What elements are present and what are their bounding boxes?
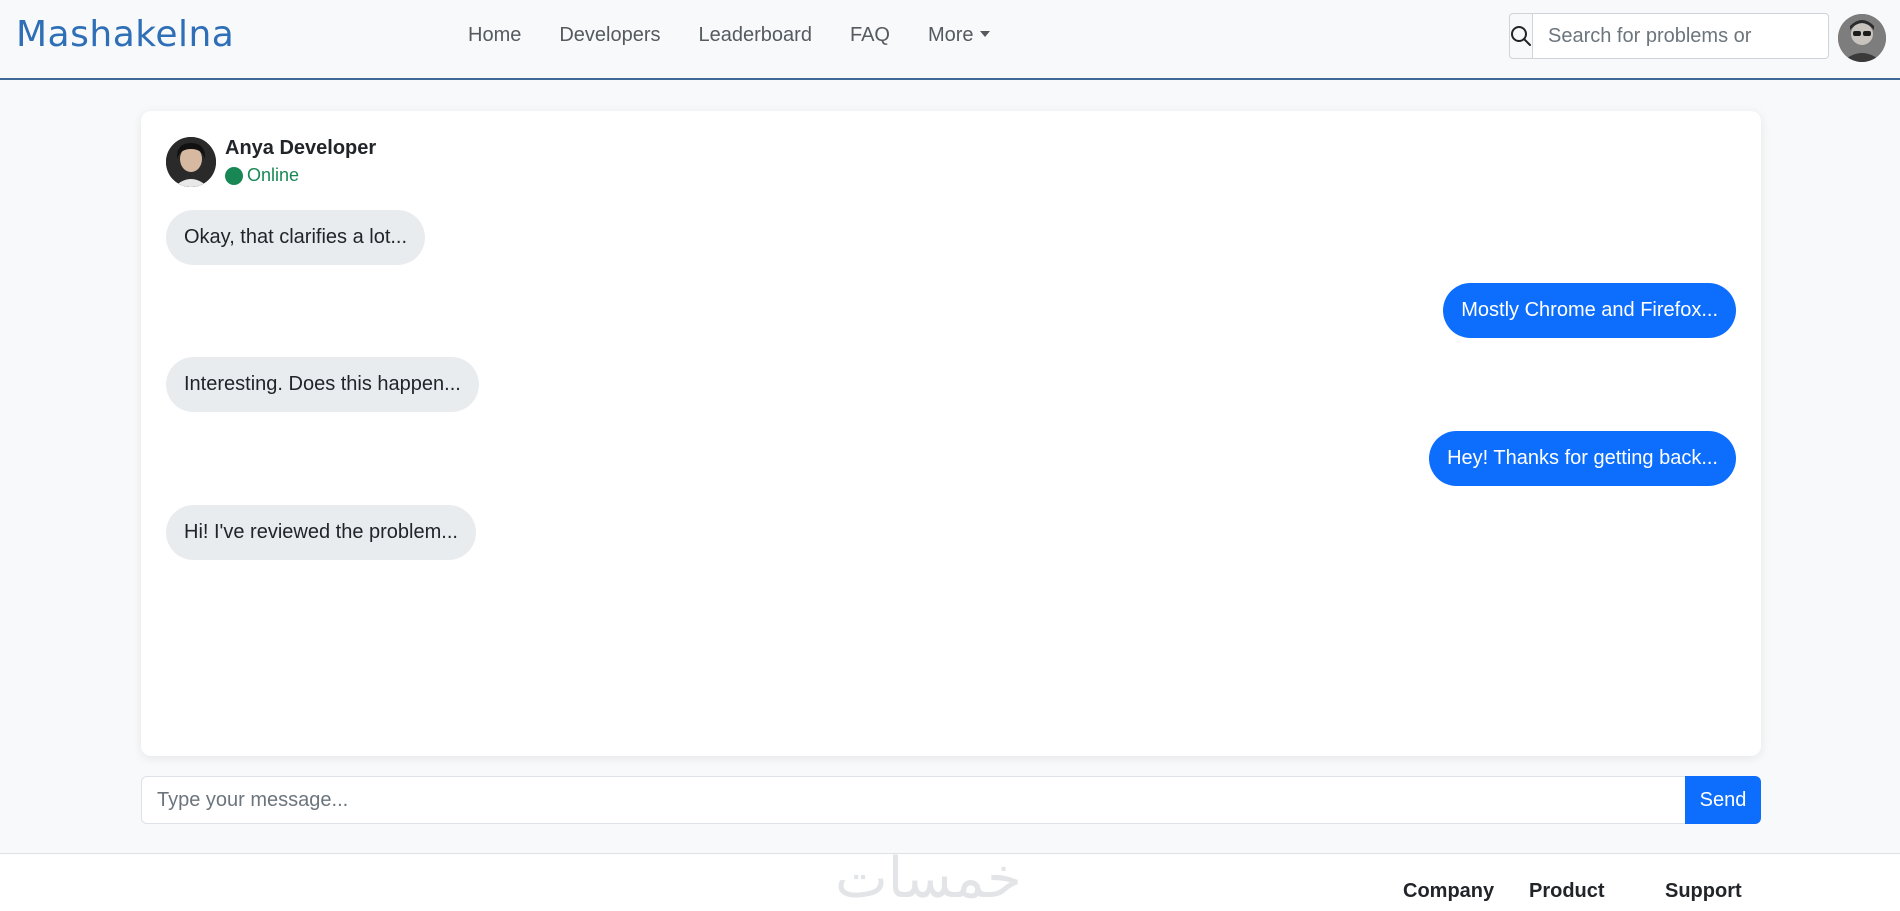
navbar: Mashakelna Home Developers Leaderboard F…: [0, 0, 1900, 80]
nav-dropdown-more[interactable]: More: [928, 24, 990, 47]
user-avatar[interactable]: [1838, 14, 1886, 62]
contact-info: Anya Developer Online: [225, 137, 376, 187]
send-button[interactable]: Send: [1685, 776, 1761, 824]
search-group: [1509, 13, 1829, 59]
message-composer: Send: [141, 776, 1761, 824]
chat-header: Anya Developer Online: [166, 137, 376, 187]
search-icon: [1511, 26, 1531, 46]
chat-window: Anya Developer Online Okay, that clarifi…: [141, 111, 1761, 756]
footer: خمسات Company Product Support: [0, 846, 1900, 911]
nav-link-developers[interactable]: Developers: [559, 24, 660, 47]
online-dot-icon: [225, 166, 243, 185]
contact-avatar-image: [166, 137, 216, 187]
nav-link-more-label: More: [927, 24, 974, 46]
status-label: Online: [247, 165, 300, 185]
nav-link-faq[interactable]: FAQ: [850, 24, 890, 47]
search-button[interactable]: [1509, 13, 1532, 59]
message-bubble-received: Okay, that clarifies a lot...: [166, 210, 426, 265]
brand-logo[interactable]: Mashakelna: [16, 14, 234, 55]
contact-name: Anya Developer: [225, 137, 377, 159]
caret-down-icon: [979, 31, 990, 37]
user-avatar-image: [1838, 14, 1886, 62]
message-bubble-received: Hi! I've reviewed the problem...: [166, 505, 476, 560]
nav-link-home[interactable]: Home: [468, 24, 521, 47]
contact-status: Online: [225, 165, 376, 186]
message-bubble-sent: Hey! Thanks for getting back...: [1429, 431, 1736, 486]
search-input[interactable]: [1532, 13, 1829, 59]
message-bubble-sent: Mostly Chrome and Firefox...: [1443, 283, 1736, 338]
message-bubble-received: Interesting. Does this happen...: [166, 357, 479, 412]
footer-heading-product: Product: [1529, 880, 1605, 902]
watermark-logo: خمسات: [835, 846, 1022, 911]
nav-link-leaderboard[interactable]: Leaderboard: [699, 24, 812, 47]
contact-avatar: [166, 137, 216, 187]
message-input[interactable]: [141, 776, 1685, 824]
nav-links: Home Developers Leaderboard FAQ More: [468, 24, 1028, 47]
footer-heading-support: Support: [1665, 880, 1742, 902]
footer-heading-company: Company: [1403, 880, 1495, 902]
